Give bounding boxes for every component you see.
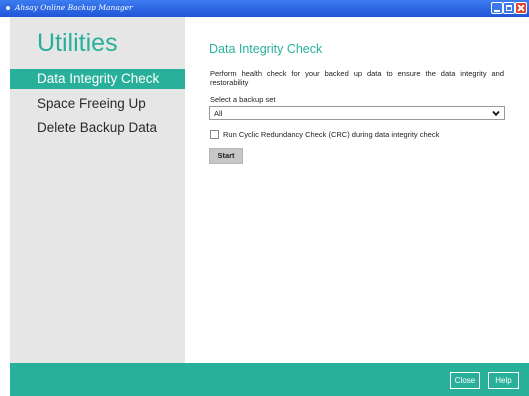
crc-checkbox-label[interactable]: Run Cyclic Redundancy Check (CRC) during… [223, 130, 439, 139]
window-title: Ahsay Online Backup Manager [15, 3, 133, 12]
close-button[interactable]: Close [450, 372, 480, 389]
sidebar-item-delete-backup-data[interactable]: Delete Backup Data [10, 118, 185, 138]
backup-set-value: All [214, 109, 223, 118]
title-bar[interactable]: Ahsay Online Backup Manager [0, 0, 529, 17]
sidebar: Utilities Data Integrity Check Space Fre… [10, 17, 185, 363]
maximize-button[interactable] [503, 2, 515, 14]
minimize-button[interactable] [491, 2, 503, 14]
backup-set-label: Select a backup set [210, 95, 276, 104]
maximize-icon [506, 5, 512, 11]
sidebar-title: Utilities [37, 29, 118, 57]
app-window: Ahsay Online Backup Manager Utilities Da… [0, 0, 529, 396]
sidebar-item-space-freeing-up[interactable]: Space Freeing Up [10, 94, 185, 114]
backup-set-select[interactable]: All [209, 106, 505, 120]
description-text: Perform health check for your backed up … [210, 69, 504, 87]
page-title: Data Integrity Check [209, 42, 323, 56]
minimize-icon [494, 10, 500, 12]
app-logo-icon [4, 4, 12, 12]
sidebar-item-data-integrity-check[interactable]: Data Integrity Check [10, 69, 185, 89]
crc-checkbox[interactable] [210, 130, 219, 139]
close-window-button[interactable] [515, 2, 527, 14]
start-button[interactable]: Start [209, 148, 243, 164]
help-button[interactable]: Help [488, 372, 519, 389]
main-panel: Data Integrity Check Perform health chec… [185, 17, 529, 363]
chevron-down-icon [492, 110, 500, 117]
footer-bar: Close Help [10, 363, 529, 396]
